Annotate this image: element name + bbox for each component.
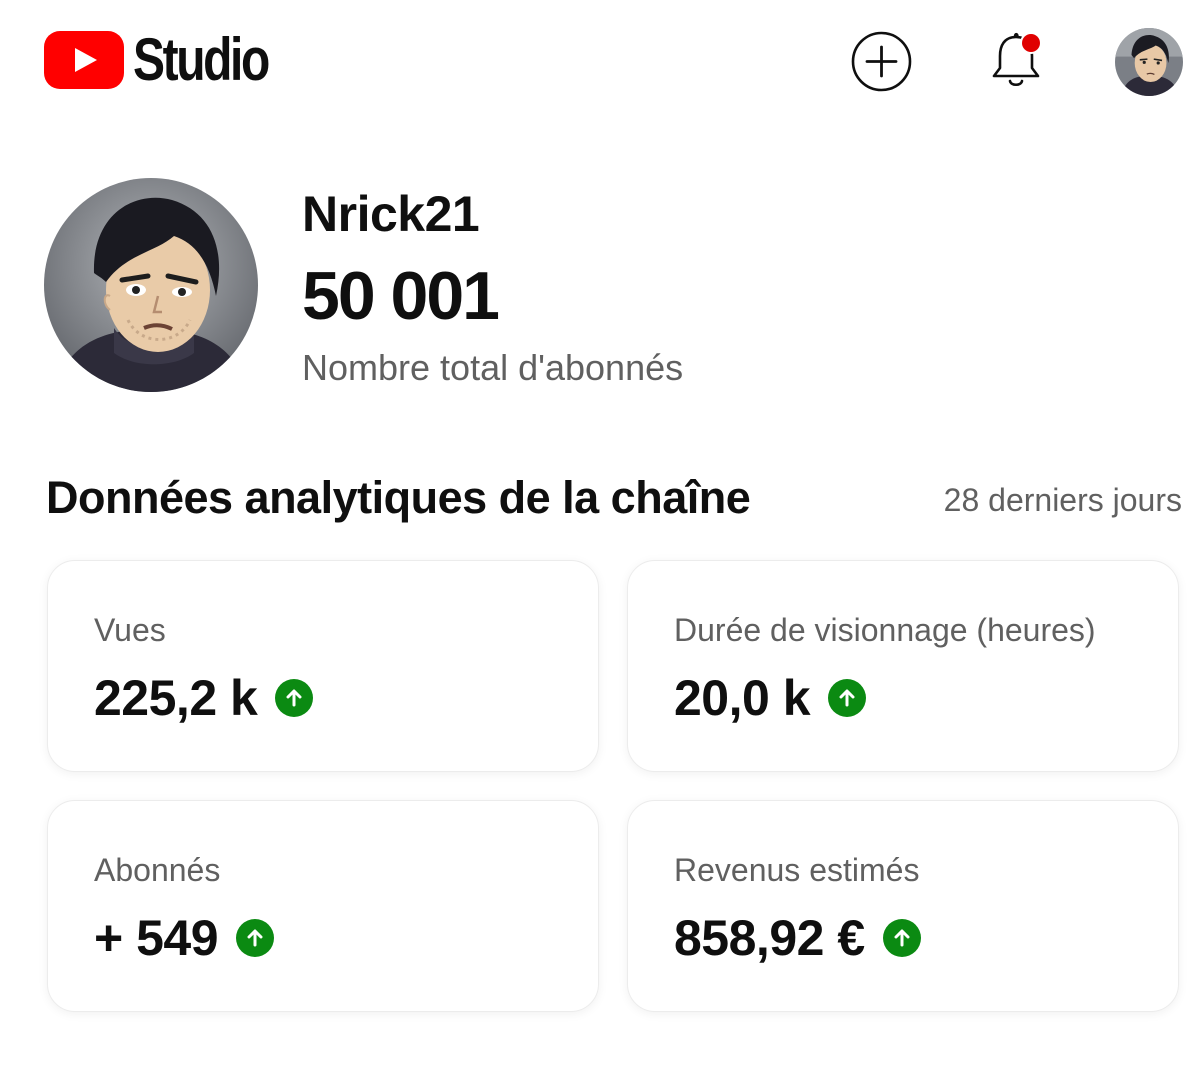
studio-logo-text: Studio <box>133 26 270 93</box>
metric-card-watch-time[interactable]: Durée de visionnage (heures) 20,0 k <box>627 560 1179 772</box>
metric-label: Revenus estimés <box>674 852 920 888</box>
studio-dashboard: Studio Nrick21 50 001 Nombre total d'abo… <box>0 0 1200 1066</box>
metric-value-row: + 549 <box>94 909 275 967</box>
create-plus-icon <box>851 31 912 92</box>
metric-value-row: 20,0 k <box>674 669 867 727</box>
metric-label: Vues <box>94 612 166 648</box>
subscriber-count-label: Nombre total d'abonnés <box>302 347 684 388</box>
trend-up-icon <box>236 919 275 957</box>
metric-value: 858,92 € <box>674 910 865 966</box>
metric-label: Abonnés <box>94 852 221 888</box>
subscriber-count: 50 001 <box>302 258 500 334</box>
notification-bell-icon <box>992 32 1042 87</box>
metric-value-row: 858,92 € <box>674 909 921 967</box>
account-avatar[interactable] <box>1115 28 1183 96</box>
top-app-bar: Studio <box>0 0 1200 125</box>
metric-card-subscribers[interactable]: Abonnés + 549 <box>47 800 599 1012</box>
notification-dot <box>1022 34 1040 52</box>
trend-up-icon <box>275 679 314 717</box>
metric-label: Durée de visionnage (heures) <box>674 612 1096 648</box>
metric-card-revenue[interactable]: Revenus estimés 858,92 € <box>627 800 1179 1012</box>
metric-value: 20,0 k <box>674 670 811 726</box>
metric-value: + 549 <box>94 910 219 966</box>
youtube-studio-logo[interactable]: Studio <box>44 30 302 90</box>
analytics-period[interactable]: 28 derniers jours <box>944 480 1182 520</box>
analytics-section-title: Données analytiques de la chaîne <box>46 472 751 523</box>
trend-up-icon <box>882 919 921 957</box>
trend-up-icon <box>828 679 867 717</box>
channel-avatar[interactable] <box>44 178 258 392</box>
notifications-button[interactable] <box>984 28 1048 94</box>
metric-value: 225,2 k <box>94 670 258 726</box>
create-button[interactable] <box>851 31 912 92</box>
avatar-image <box>1115 28 1183 96</box>
avatar-image <box>44 178 258 392</box>
youtube-logo-icon <box>44 31 124 89</box>
metric-card-views[interactable]: Vues 225,2 k <box>47 560 599 772</box>
metric-value-row: 225,2 k <box>94 669 314 727</box>
channel-name: Nrick21 <box>302 186 480 242</box>
